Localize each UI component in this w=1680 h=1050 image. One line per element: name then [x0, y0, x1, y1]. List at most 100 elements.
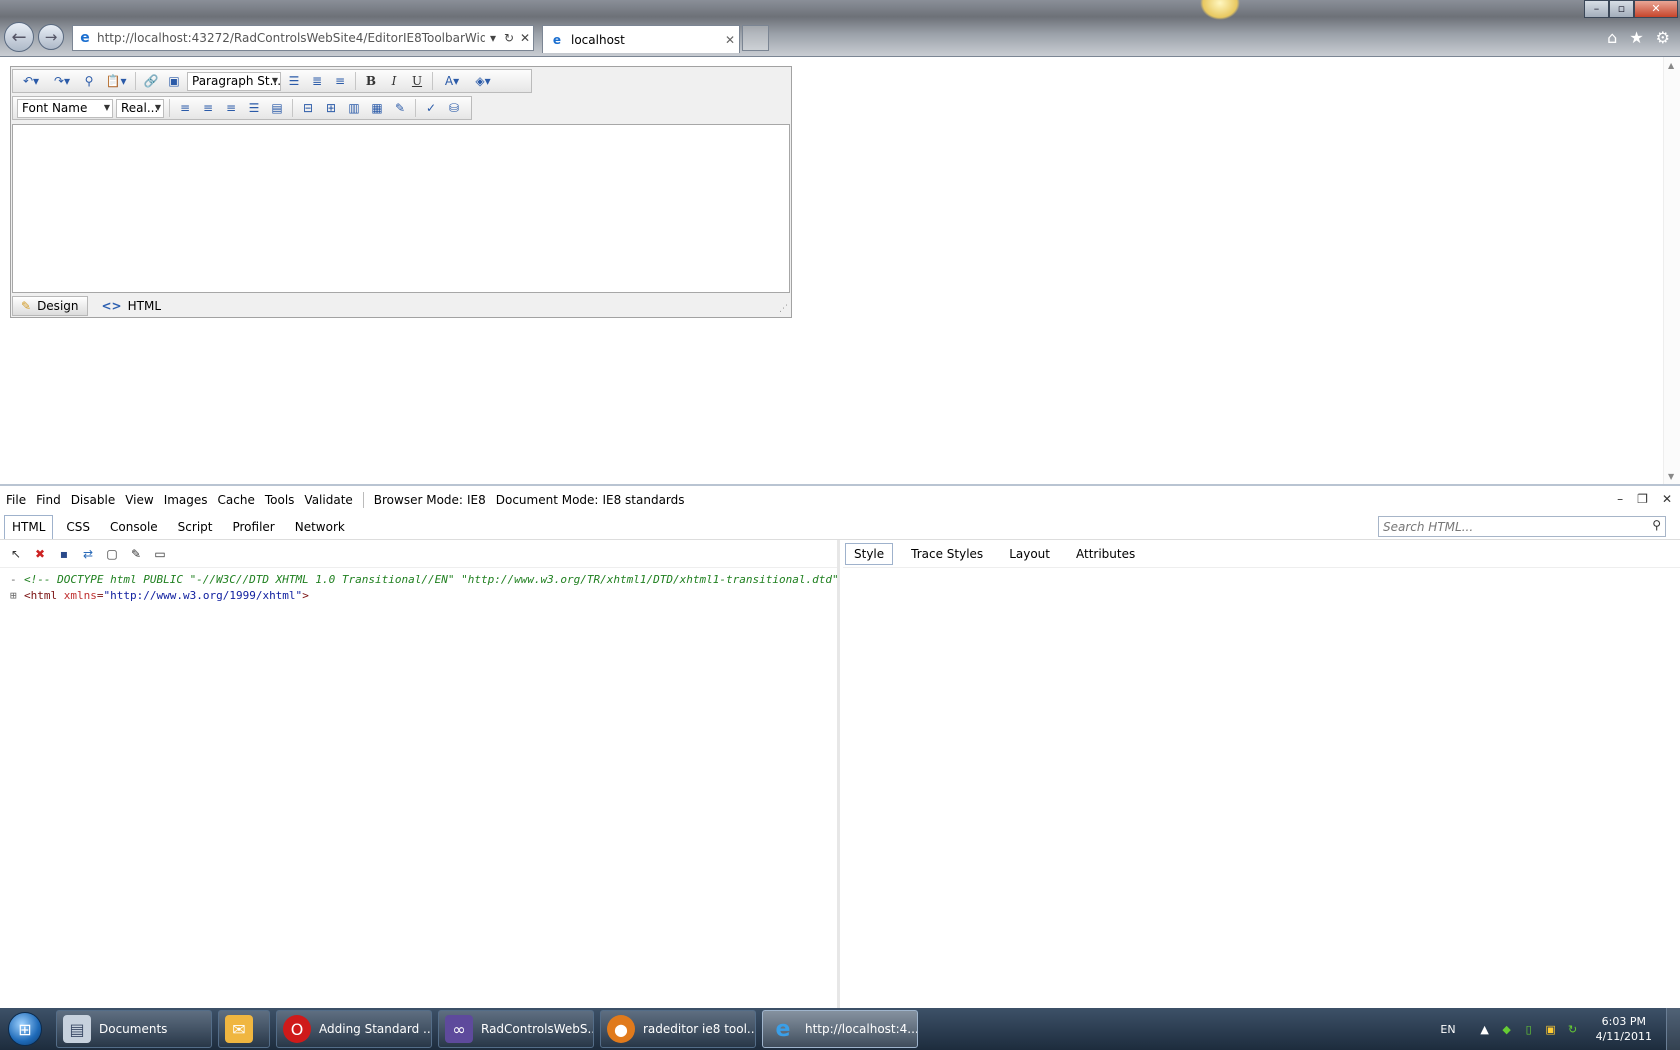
- font-color-button[interactable]: A ▾: [438, 71, 466, 91]
- minimize-button[interactable]: –: [1584, 0, 1609, 18]
- save-icon[interactable]: ▪: [56, 546, 72, 562]
- italic-button[interactable]: I: [384, 71, 404, 91]
- language-indicator[interactable]: EN: [1440, 1023, 1455, 1036]
- undo-icon[interactable]: ↶▾: [17, 71, 45, 91]
- favorites-icon[interactable]: ★: [1629, 28, 1643, 47]
- tray-status-icon[interactable]: ▯: [1522, 1022, 1536, 1036]
- menu-disable[interactable]: Disable: [71, 493, 116, 507]
- clear-outlines-icon[interactable]: ✖: [32, 546, 48, 562]
- hyperlink-icon[interactable]: 🔗: [141, 71, 161, 91]
- menu-images[interactable]: Images: [164, 493, 208, 507]
- search-html-input[interactable]: Search HTML... ⚲: [1378, 516, 1666, 537]
- paragraph-style-dropdown[interactable]: Paragraph St... ▼: [187, 71, 281, 91]
- background-color-icon[interactable]: ◈▾: [469, 71, 497, 91]
- address-bar[interactable]: e http://localhost:43272/RadControlsWebS…: [72, 25, 534, 51]
- align-right-icon[interactable]: ≡: [198, 98, 218, 118]
- page-scrollbar[interactable]: ▲ ▼: [1663, 57, 1680, 485]
- back-button[interactable]: ←: [4, 22, 34, 52]
- address-dropdown-icon[interactable]: ▾: [485, 31, 501, 45]
- tab-network[interactable]: Network: [288, 515, 352, 539]
- tree-row-doctype[interactable]: - <!-- DOCTYPE html PUBLIC "-//W3C//DTD X…: [10, 572, 838, 588]
- insert-row-below-icon[interactable]: ⊞: [321, 98, 341, 118]
- tab-console[interactable]: Console: [103, 515, 165, 539]
- browser-mode-value[interactable]: IE8: [467, 493, 486, 507]
- module-manager-icon[interactable]: ⛁: [444, 98, 464, 118]
- menu-validate[interactable]: Validate: [304, 493, 352, 507]
- insert-row-above-icon[interactable]: ⊟: [298, 98, 318, 118]
- menu-find[interactable]: Find: [36, 493, 61, 507]
- devtools-close-icon[interactable]: ✕: [1662, 492, 1672, 506]
- menu-cache[interactable]: Cache: [218, 493, 255, 507]
- dom-view-icon[interactable]: ▭: [152, 546, 168, 562]
- refresh-tree-icon[interactable]: ⇄: [80, 546, 96, 562]
- redo-icon[interactable]: ↷▾: [48, 71, 76, 91]
- tray-app-icon[interactable]: ◆: [1500, 1022, 1514, 1036]
- taskbar-item-opera[interactable]: O Adding Standard ...: [276, 1010, 432, 1048]
- menu-file[interactable]: File: [6, 493, 26, 507]
- new-tab-button[interactable]: [742, 25, 769, 51]
- image-manager-icon[interactable]: ▣: [164, 71, 184, 91]
- numbered-list-icon[interactable]: ≣: [307, 71, 327, 91]
- tree-row-html[interactable]: ⊞ <html xmlns="http://www.w3.org/1999/xht…: [10, 588, 838, 604]
- remove-alignment-icon[interactable]: ▤: [267, 98, 287, 118]
- tab-profiler[interactable]: Profiler: [225, 515, 281, 539]
- editor-content-area[interactable]: [12, 124, 790, 293]
- close-window-button[interactable]: ✕: [1634, 0, 1678, 18]
- refresh-icon[interactable]: ↻: [501, 31, 517, 45]
- forward-button[interactable]: →: [38, 24, 64, 50]
- address-url[interactable]: http://localhost:43272/RadControlsWebSit…: [97, 31, 485, 45]
- menu-view[interactable]: View: [125, 493, 153, 507]
- taskbar-item-internet-explorer[interactable]: e http://localhost:4...: [762, 1010, 918, 1048]
- tray-sync-icon[interactable]: ↻: [1566, 1022, 1580, 1036]
- insert-column-right-icon[interactable]: ▦: [367, 98, 387, 118]
- devtools-undock-icon[interactable]: ❐: [1637, 492, 1648, 506]
- start-button[interactable]: ⊞: [0, 1008, 50, 1050]
- align-center-icon[interactable]: ≡: [221, 98, 241, 118]
- taskbar-item-outlook[interactable]: ✉: [218, 1010, 270, 1048]
- tray-outlook-icon[interactable]: ▣: [1544, 1022, 1558, 1036]
- underline-button[interactable]: U: [407, 71, 427, 91]
- tab-attributes[interactable]: Attributes: [1068, 543, 1143, 565]
- resize-grip-icon[interactable]: ⋰: [779, 304, 788, 314]
- html-mode-tab[interactable]: <> HTML: [94, 296, 170, 316]
- bold-button[interactable]: B: [361, 71, 381, 91]
- taskbar-item-firefox[interactable]: ● radeditor ie8 tool...: [600, 1010, 756, 1048]
- tab-style[interactable]: Style: [845, 542, 894, 565]
- justify-icon[interactable]: ☰: [244, 98, 264, 118]
- tools-icon[interactable]: ⚙: [1656, 28, 1670, 47]
- tab-css[interactable]: CSS: [59, 515, 97, 539]
- taskbar-item-visual-studio[interactable]: ∞ RadControlsWebS...: [438, 1010, 594, 1048]
- edit-icon[interactable]: ✎: [128, 546, 144, 562]
- font-size-dropdown[interactable]: Real... ▼: [116, 98, 164, 118]
- design-mode-tab[interactable]: ✎ Design: [12, 296, 88, 316]
- browser-mode-label[interactable]: Browser Mode:: [374, 493, 463, 507]
- document-mode-value[interactable]: IE8 standards: [602, 493, 684, 507]
- search-icon[interactable]: ⚲: [1652, 518, 1661, 532]
- paste-icon[interactable]: 📋▾: [102, 71, 130, 91]
- document-mode-label[interactable]: Document Mode:: [496, 493, 599, 507]
- scroll-up-icon[interactable]: ▲: [1668, 61, 1674, 70]
- tab-close-icon[interactable]: ✕: [721, 33, 739, 47]
- spellcheck-icon[interactable]: ✓: [421, 98, 441, 118]
- bullet-list-icon[interactable]: ☰: [284, 71, 304, 91]
- tab-script[interactable]: Script: [171, 515, 220, 539]
- table-properties-icon[interactable]: ✎: [390, 98, 410, 118]
- scroll-down-icon[interactable]: ▼: [1668, 472, 1674, 481]
- indent-icon[interactable]: ≡: [330, 71, 350, 91]
- menu-tools[interactable]: Tools: [265, 493, 295, 507]
- maximize-button[interactable]: ▫: [1609, 0, 1634, 18]
- clock[interactable]: 6:03 PM 4/11/2011: [1596, 1014, 1652, 1044]
- tab-html[interactable]: HTML: [4, 514, 54, 539]
- browser-tab-localhost[interactable]: e localhost ✕: [542, 25, 740, 53]
- expand-plus-icon[interactable]: ⊞: [10, 588, 24, 604]
- find-replace-icon[interactable]: ⚲: [79, 71, 99, 91]
- font-name-dropdown[interactable]: Font Name ▼: [17, 98, 113, 118]
- show-hidden-icons-icon[interactable]: ▲: [1478, 1022, 1492, 1036]
- stop-icon[interactable]: ✕: [517, 31, 533, 45]
- select-element-icon[interactable]: ↖: [8, 546, 24, 562]
- devtools-minimize-icon[interactable]: –: [1617, 492, 1623, 506]
- insert-column-left-icon[interactable]: ▥: [344, 98, 364, 118]
- tab-trace-styles[interactable]: Trace Styles: [903, 543, 991, 565]
- align-left-icon[interactable]: ≡: [175, 98, 195, 118]
- tab-layout[interactable]: Layout: [1001, 543, 1058, 565]
